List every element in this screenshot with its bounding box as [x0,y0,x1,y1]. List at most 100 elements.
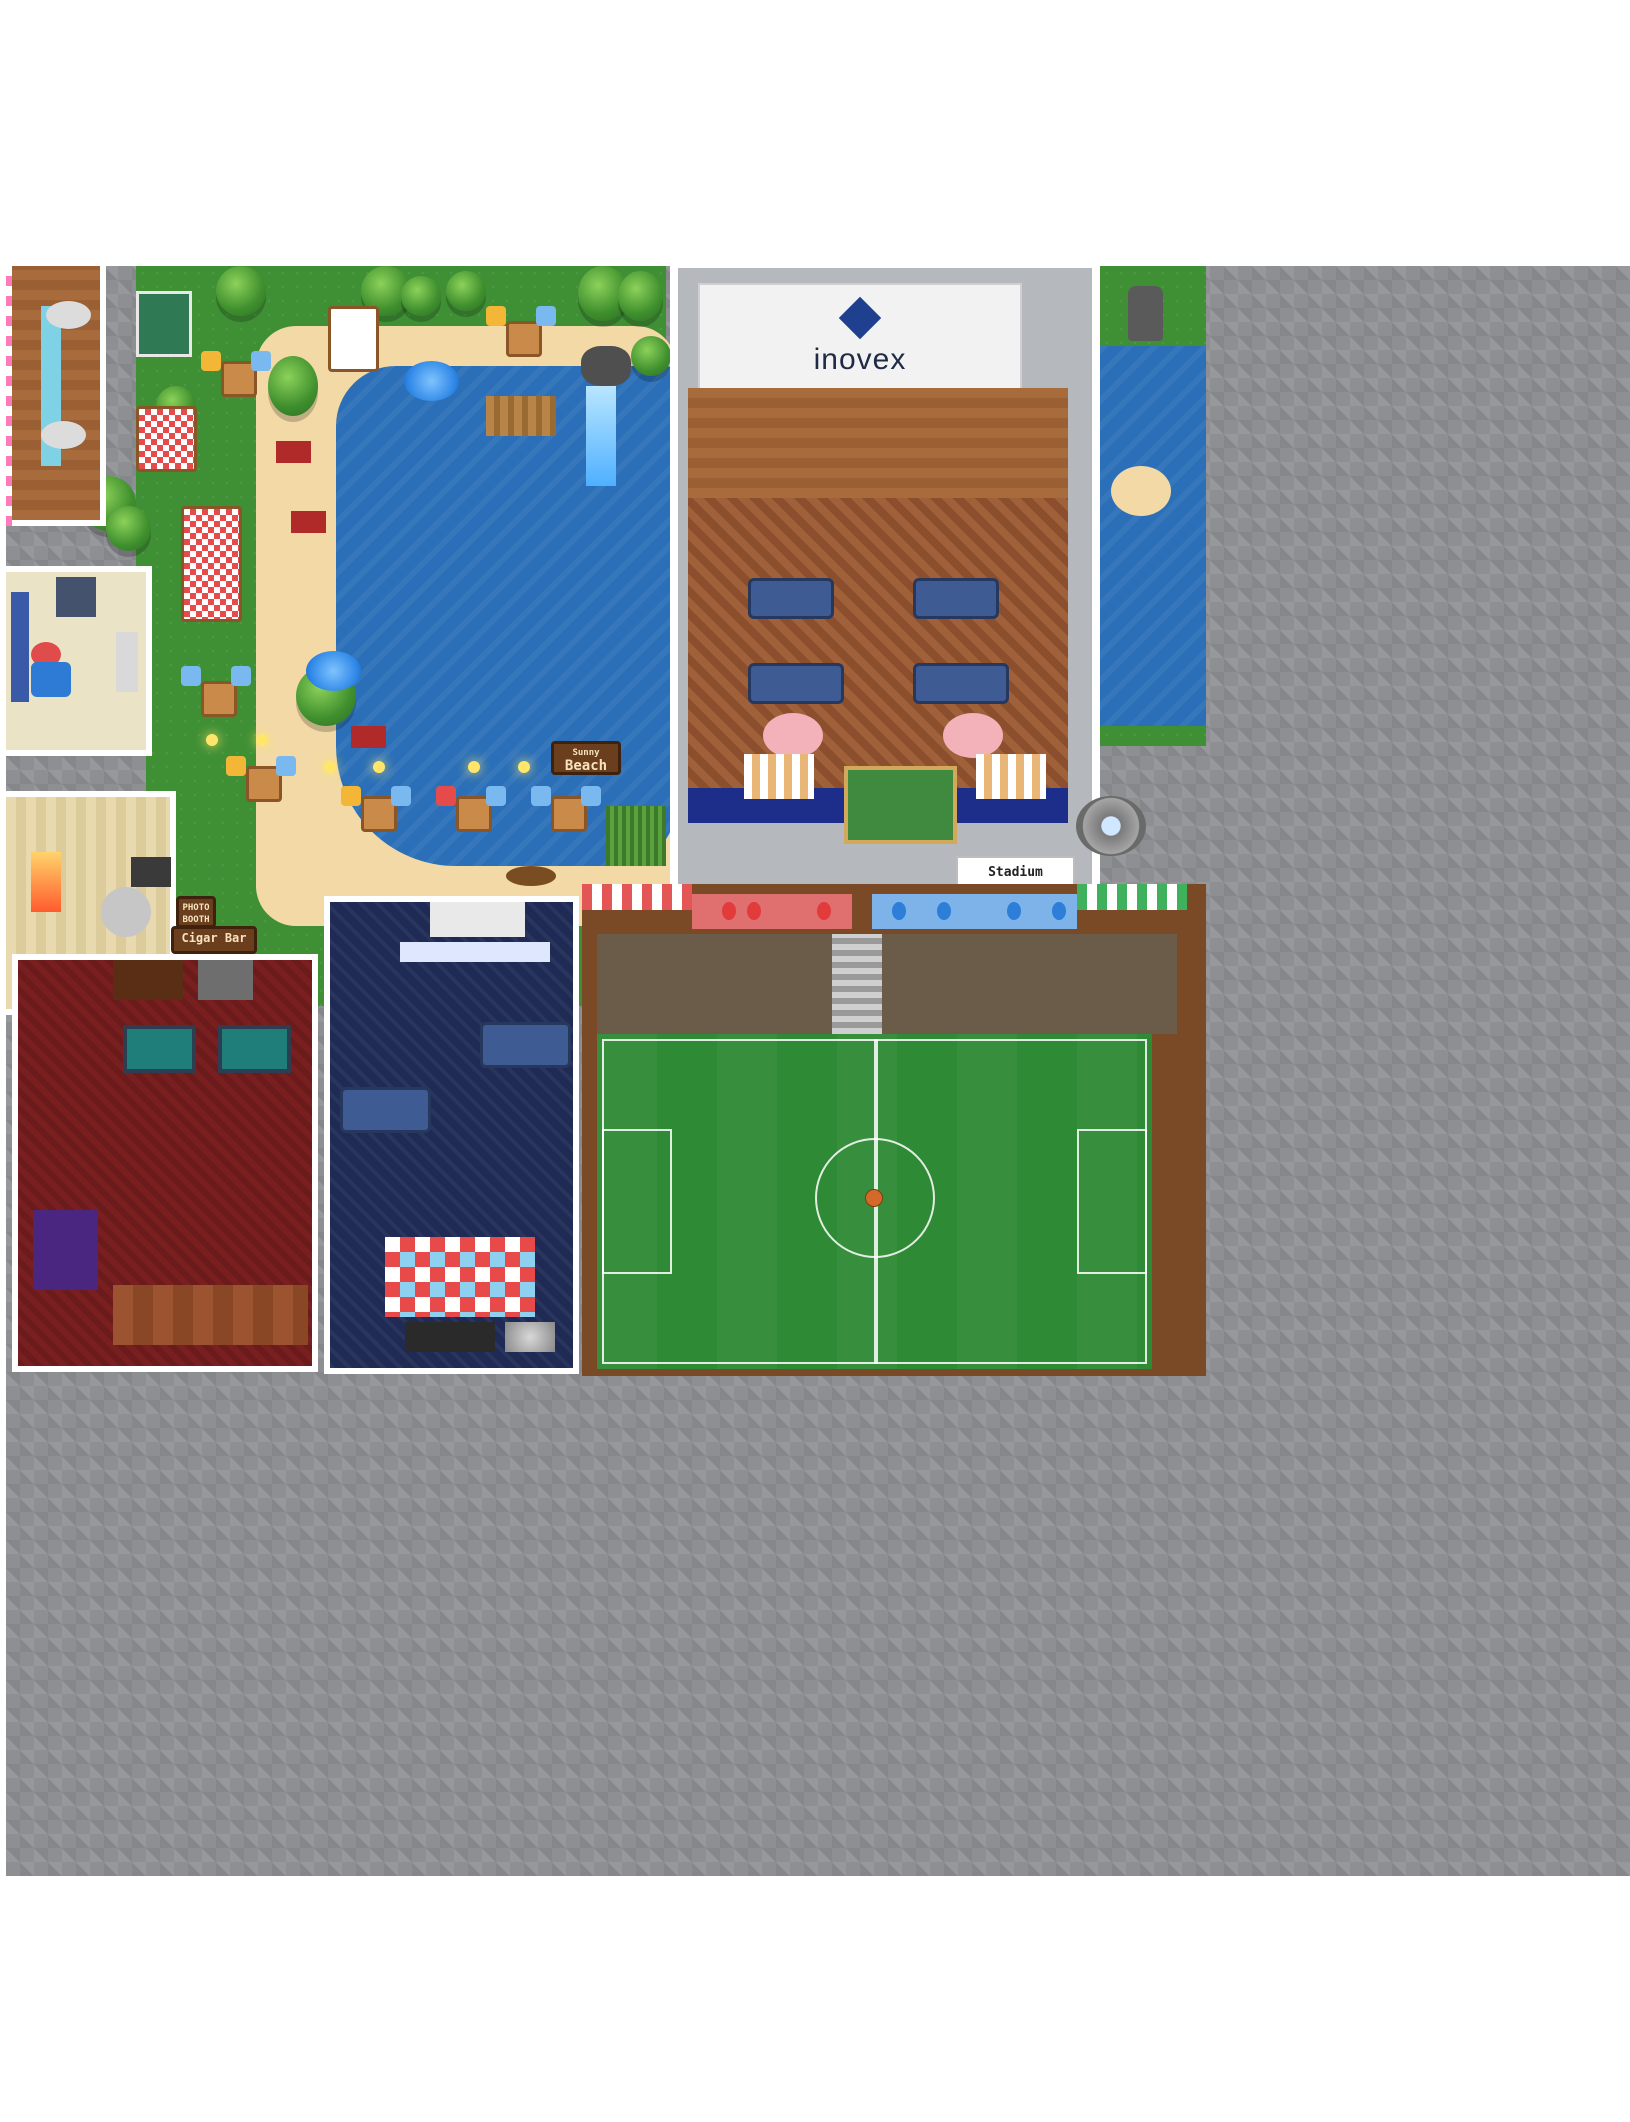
beach-towel[interactable] [351,726,386,748]
balloon-icon [722,902,736,920]
beach-towel[interactable] [276,441,311,463]
tree-icon [618,271,663,321]
right-sand-island[interactable] [1111,466,1171,516]
photo-booth-sign-line2: BOOTH [182,915,210,925]
bookshelf[interactable] [113,960,183,1000]
lamp-icon [256,734,268,746]
rug [31,662,71,697]
fireplace[interactable] [198,960,253,1000]
moai-statue [1128,286,1163,341]
chair[interactable] [201,351,221,371]
picnic-table[interactable] [328,306,379,372]
tree-icon [268,356,318,416]
awning-right [976,754,1046,799]
bar-shelf[interactable] [430,902,525,937]
sofa-right[interactable] [913,578,999,619]
picnic-table[interactable] [136,406,197,472]
round-rug [763,713,823,758]
balloon-icon [1007,902,1021,920]
boat[interactable] [506,866,556,886]
stands-stairs[interactable] [832,934,882,1034]
vending-machine[interactable] [56,577,96,617]
sunny-beach-sign-line2: Beach [564,758,608,774]
dj-booth[interactable] [405,1322,495,1352]
chair[interactable] [486,786,506,806]
chair[interactable] [181,666,201,686]
stage[interactable] [688,388,1068,498]
bar-counter[interactable] [400,942,550,962]
lake[interactable] [336,366,676,866]
picnic-table-long[interactable] [181,506,242,622]
pool-table-icon[interactable] [123,1025,196,1073]
auditorium-floor[interactable] [688,498,1068,788]
lamp-icon [468,761,480,773]
cafe-table[interactable] [201,681,237,717]
chair[interactable] [391,786,411,806]
reeds [606,806,666,866]
dance-floor[interactable] [385,1237,535,1317]
sofa-right-lower[interactable] [913,663,1009,704]
chair[interactable] [436,786,456,806]
chair[interactable] [486,306,506,326]
cigar-bar-sign[interactable]: Cigar Bar [171,926,257,954]
tree-icon [401,276,441,316]
lamp-icon [206,734,218,746]
photo-booth-sign[interactable]: PHOTO BOOTH [176,896,216,928]
soccer-ball-icon[interactable] [865,1189,883,1207]
throne-chair[interactable] [31,852,61,912]
pink-pole [6,266,12,526]
umbrella-icon [41,421,86,449]
soccer-pitch[interactable] [597,1034,1152,1369]
penalty-box-right [1077,1129,1147,1274]
tree-icon [446,271,486,311]
chair[interactable] [536,306,556,326]
umbrella-icon [306,651,361,691]
umbrella-icon [46,301,91,329]
chair[interactable] [231,666,251,686]
beach-towel[interactable] [291,511,326,533]
chair[interactable] [276,756,296,776]
arcade-machine[interactable] [116,632,138,692]
pool-table-icon[interactable] [218,1025,291,1073]
reception-desk[interactable] [844,766,957,844]
cafe-table[interactable] [506,321,542,357]
chair[interactable] [581,786,601,806]
stadium[interactable] [582,884,1206,1376]
kiosk-building[interactable] [6,266,106,526]
arcade-machine[interactable] [11,592,29,702]
awning-left [744,754,814,799]
chair[interactable] [226,756,246,776]
stands[interactable] [597,934,1177,1034]
balloon-icon [892,902,906,920]
ping-pong-table[interactable] [136,291,192,357]
arcade-room[interactable] [6,566,152,756]
piano-icon[interactable] [33,1210,98,1290]
sofa[interactable] [340,1087,431,1133]
dock[interactable] [486,396,556,436]
round-rug [943,713,1003,758]
balloon-icon [937,902,951,920]
bar-counter[interactable] [113,1285,308,1345]
tv-stand[interactable] [131,857,171,887]
chair[interactable] [531,786,551,806]
game-map[interactable]: Sunny Beach PHOTO BOOTH inovex Cigar Bar… [6,266,1630,1876]
inovex-logo-icon [838,296,882,340]
stadium-awning-right [1077,884,1187,910]
balloon-icon [747,902,761,920]
lamp-icon [324,761,336,773]
tree-icon [216,266,266,316]
chair[interactable] [341,786,361,806]
tree-icon [631,336,671,376]
fountain-icon[interactable] [1076,796,1146,856]
sofa-left-lower[interactable] [748,663,844,704]
chair[interactable] [251,351,271,371]
penalty-box-left [602,1129,672,1274]
projection-screen[interactable]: inovex [698,283,1022,397]
right-lake[interactable] [1100,346,1206,726]
sunny-beach-sign[interactable]: Sunny Beach [551,741,621,775]
sofa-left[interactable] [748,578,834,619]
sofa[interactable] [480,1022,571,1068]
cigar-bar-room[interactable] [12,954,318,1372]
drum-kit-icon[interactable] [505,1322,555,1352]
lounge-room[interactable] [324,896,579,1374]
